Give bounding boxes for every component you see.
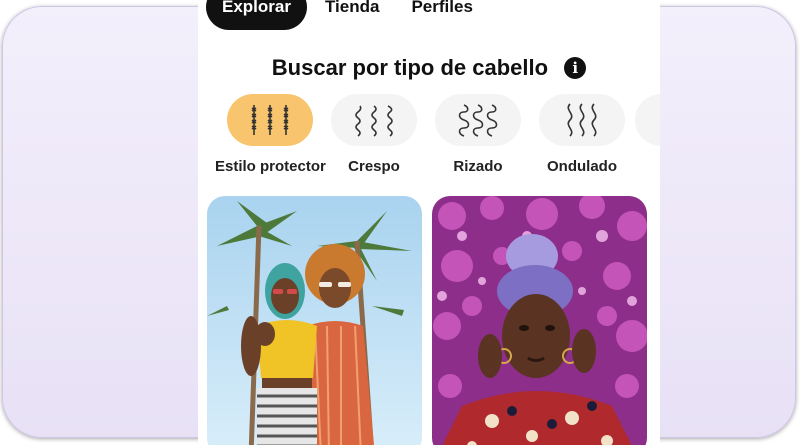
info-icon[interactable]: i — [564, 57, 587, 80]
photo-two-women — [207, 196, 422, 445]
braids-icon — [227, 94, 313, 146]
section-heading: Buscar por tipo de cabello i — [198, 54, 660, 81]
hair-type-label: Estilo protector — [215, 158, 326, 175]
hair-type-wavy[interactable]: Ondulado — [527, 94, 637, 175]
top-tabs: Explorar Tienda Perfiles — [206, 0, 487, 30]
hair-type-curly[interactable]: Rizado — [423, 94, 533, 175]
hair-type-protective-style[interactable]: Estilo protector — [215, 94, 326, 175]
hair-type-coily[interactable]: Crespo — [319, 94, 429, 175]
photo-card-two-women[interactable] — [207, 196, 422, 445]
photo-card-woman-purple-hair[interactable] — [432, 196, 647, 445]
hair-type-label: Ondulado — [547, 158, 617, 175]
tab-explorar[interactable]: Explorar — [206, 0, 307, 30]
wavy-hair-icon — [539, 94, 625, 146]
hair-type-label: Crespo — [348, 158, 400, 175]
curly-hair-icon — [435, 94, 521, 146]
hair-type-label: Rizado — [453, 158, 503, 175]
hair-type-filter-row: Estilo protector Crespo Rizado Ondulado — [198, 94, 660, 184]
section-title: Buscar por tipo de cabello — [271, 55, 549, 81]
hair-type-partial-pill — [635, 94, 660, 146]
tab-tienda[interactable]: Tienda — [311, 0, 393, 30]
tab-perfiles[interactable]: Perfiles — [397, 0, 486, 30]
app-screen: Explorar Tienda Perfiles Buscar por tipo… — [198, 0, 660, 445]
coily-hair-icon — [331, 94, 417, 146]
photo-woman-purple-hair — [432, 196, 647, 445]
hair-type-more[interactable] — [635, 94, 660, 146]
